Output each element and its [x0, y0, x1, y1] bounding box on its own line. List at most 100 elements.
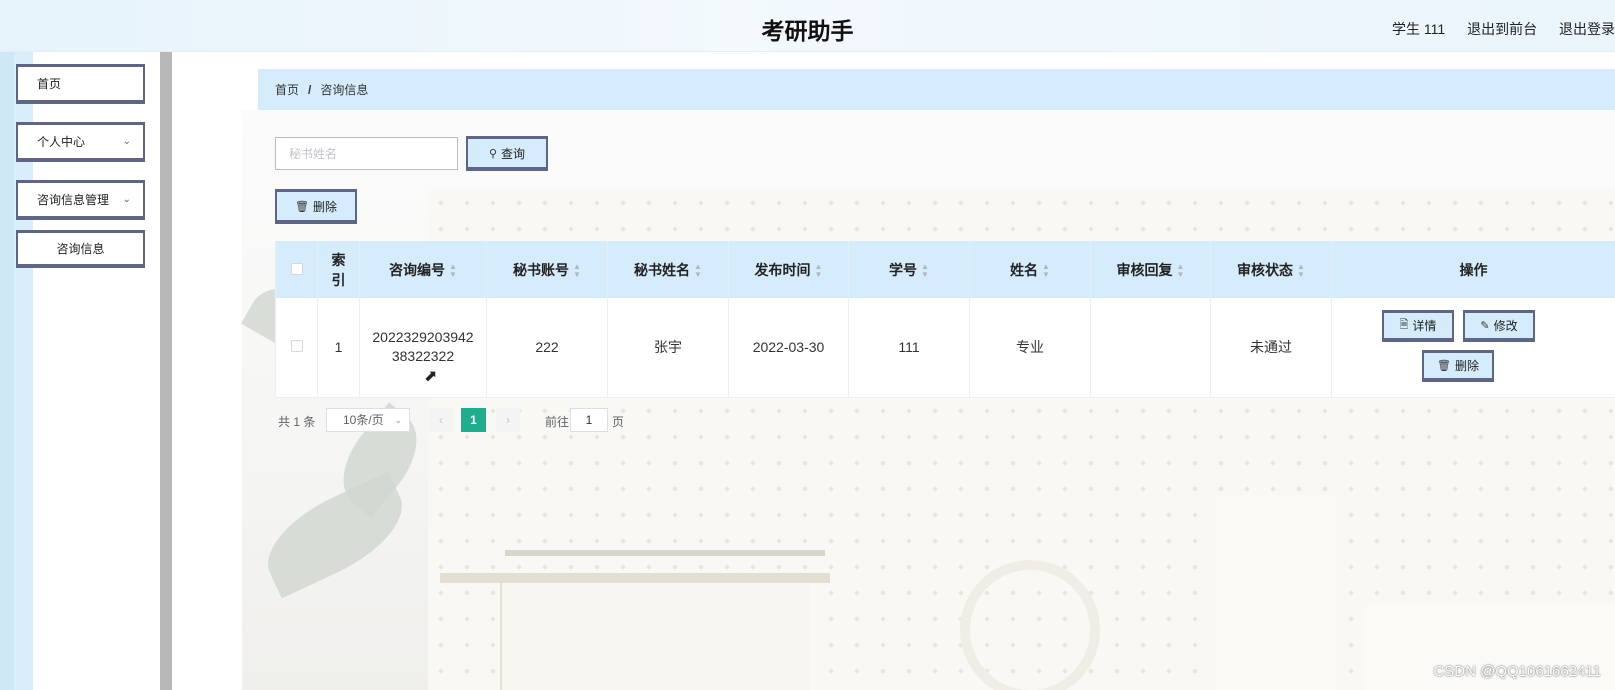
goto-label: 前往 [545, 415, 570, 429]
shelf-decoration [505, 550, 825, 556]
goto-page-input[interactable]: 1 [570, 408, 608, 432]
sidebar-stripe-inner [0, 52, 14, 690]
edit-button[interactable]: ✎ 修改 [1463, 310, 1535, 342]
current-user-label: 学生 111 [1392, 21, 1446, 37]
column-header[interactable]: 姓名 ▲ ▼ [969, 241, 1091, 298]
mouse-cursor-icon: ⬈ [424, 368, 438, 385]
select-all-header [275, 241, 318, 298]
watermark-text: CSDN @QQ1061662411 [1433, 663, 1601, 680]
table-cell: 222 [486, 298, 608, 398]
sidebar-item-consult-management[interactable]: 咨询信息管理 ⌄ [16, 180, 145, 220]
sort-icon[interactable]: ▲ ▼ [921, 262, 929, 279]
sidebar-scrollbar[interactable] [160, 52, 172, 690]
edit-icon: ✎ [1480, 320, 1490, 332]
column-header-label: 操作 [1459, 261, 1488, 278]
column-header-label: 咨询编号 [389, 261, 446, 278]
page-suffix-label: 页 [612, 415, 625, 429]
select-all-checkbox[interactable] [290, 262, 303, 275]
table-cell [1090, 298, 1211, 398]
sidebar-item-home[interactable]: 首页 [16, 64, 145, 104]
table-cell: 专业 [969, 298, 1091, 398]
column-header-label: 学号 [889, 261, 918, 278]
breadcrumb-current: 咨询信息 [320, 83, 369, 97]
row-delete-button-label: 删除 [1454, 359, 1479, 373]
table-header-row: 索引 咨询编号 ▲ ▼ 秘书账号 ▲ ▼ 秘书姓名 ▲ ▼ 发布时间 ▲ ▼ 学号 ▲ ▼ 姓名 ▲ ▼… [275, 241, 1615, 298]
batch-delete-button[interactable]: 🗑 删除 [275, 189, 357, 224]
page-size-value: 10条/页 [343, 413, 384, 427]
column-header[interactable]: 发布时间 ▲ ▼ [728, 241, 849, 298]
sidebar-item-consult-info[interactable]: 咨询信息 [16, 230, 145, 268]
breadcrumb-separator: / [308, 82, 312, 97]
sort-icon[interactable]: ▲ ▼ [1042, 262, 1050, 279]
sort-icon[interactable]: ▲ ▼ [815, 262, 823, 279]
column-header[interactable]: 咨询编号 ▲ ▼ [359, 241, 487, 298]
delete-button-label: 删除 [312, 199, 337, 214]
back-to-frontend-link[interactable]: 退出到前台 [1467, 21, 1537, 37]
circle-decoration [960, 560, 1100, 690]
detail-button-label: 详情 [1412, 319, 1437, 333]
actions-cell: 🗎 详情 ✎ 修改 🗑 删除 [1331, 298, 1615, 398]
logout-link[interactable]: 退出登录 [1559, 21, 1615, 37]
column-header-label: 秘书姓名 [634, 261, 691, 278]
column-header-label: 索引 [331, 251, 346, 288]
table-cell: 张宇 [607, 298, 729, 398]
row-delete-button[interactable]: 🗑 删除 [1422, 350, 1494, 382]
breadcrumb: 首页 / 咨询信息 [258, 69, 1615, 110]
next-page-button[interactable]: › [496, 408, 520, 432]
table-cell: 111 [848, 298, 970, 398]
sidebar-item-label: 咨询信息管理 [37, 193, 110, 207]
column-header[interactable]: 秘书姓名 ▲ ▼ [607, 241, 729, 298]
search-button[interactable]: ⚲ 查询 [466, 136, 548, 171]
pagination-total: 共 1 条 [278, 415, 316, 429]
table-cell: 2022329203942 38322322 [359, 298, 487, 398]
sidebar-item-personal-center[interactable]: 个人中心 ⌄ [16, 122, 145, 162]
breadcrumb-home[interactable]: 首页 [275, 81, 299, 98]
edit-button-label: 修改 [1493, 319, 1518, 333]
column-header-label: 秘书账号 [513, 261, 570, 278]
sort-icon[interactable]: ▲ ▼ [1297, 262, 1305, 279]
row-checkbox[interactable] [290, 340, 303, 353]
chevron-down-icon: ⌄ [394, 415, 402, 425]
column-header[interactable]: 学号 ▲ ▼ [848, 241, 970, 298]
trash-icon: 🗑 [295, 200, 309, 213]
data-table: 索引 咨询编号 ▲ ▼ 秘书账号 ▲ ▼ 秘书姓名 ▲ ▼ 发布时间 ▲ ▼ 学号 ▲ ▼ 姓名 ▲ ▼… [275, 241, 1615, 398]
sort-icon[interactable]: ▲ ▼ [694, 262, 702, 279]
page-size-select[interactable]: 10条/页 ⌄ [326, 408, 410, 432]
table-row: 1 2022329203942 38322322 222 张宇 2022-03-… [275, 298, 1615, 398]
sort-icon[interactable]: ▲ ▼ [573, 262, 581, 279]
sidebar-item-label: 咨询信息 [56, 242, 105, 256]
table-cell: 未通过 [1210, 298, 1332, 398]
search-button-label: 查询 [501, 146, 526, 161]
shelf-decoration [440, 573, 830, 583]
column-header[interactable]: 审核回复 ▲ ▼ [1090, 241, 1211, 298]
page-number-current[interactable]: 1 [461, 408, 486, 432]
sort-icon[interactable]: ▲ ▼ [449, 262, 457, 279]
consult-code-line: 2022329203942 [372, 329, 474, 346]
top-header: 考研助手 学生 111 退出到前台 退出登录 [0, 0, 1615, 52]
column-header-label: 发布时间 [754, 261, 811, 278]
chevron-down-icon: ⌄ [122, 136, 131, 147]
sidebar-item-label: 个人中心 [37, 135, 86, 149]
detail-button[interactable]: 🗎 详情 [1382, 310, 1454, 342]
column-header[interactable]: 秘书账号 ▲ ▼ [486, 241, 608, 298]
app-title: 考研助手 [761, 19, 854, 45]
chevron-down-icon: ⌄ [122, 194, 131, 205]
secretary-name-search-input[interactable] [275, 137, 458, 170]
table-cell: 2022-03-30 [728, 298, 849, 398]
column-header-label: 姓名 [1010, 261, 1039, 278]
table-cell: 1 [317, 298, 360, 398]
column-header: 索引 [317, 241, 360, 298]
consult-code-line: 38322322 [391, 348, 455, 365]
column-header[interactable]: 审核状态 ▲ ▼ [1210, 241, 1332, 298]
column-header-label: 审核状态 [1237, 261, 1294, 278]
vase-decoration [1215, 495, 1335, 690]
prev-page-button[interactable]: ‹ [429, 408, 453, 432]
document-icon: 🗎 [1399, 319, 1409, 331]
sidebar-item-label: 首页 [37, 77, 62, 91]
sort-icon[interactable]: ▲ ▼ [1177, 262, 1185, 279]
column-header: 操作 [1331, 241, 1615, 298]
row-select-cell [275, 298, 318, 398]
box-decoration [500, 583, 810, 690]
search-icon: ⚲ [488, 147, 498, 160]
column-header-label: 审核回复 [1116, 261, 1173, 278]
